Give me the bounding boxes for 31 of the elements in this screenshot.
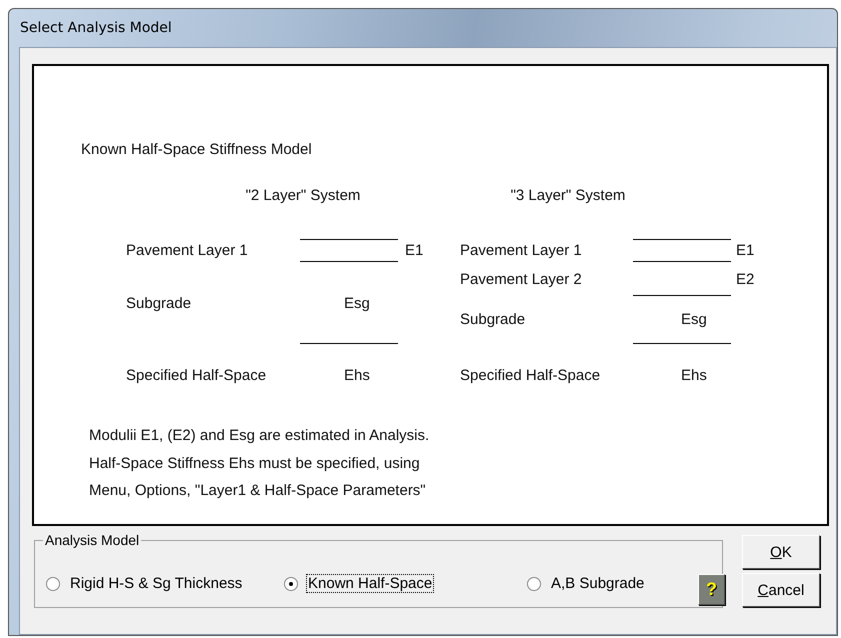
note-text: Modulii E1, (E2) and Esg are estimated in Analysis.: [89, 427, 430, 445]
layer-label: Pavement Layer 1: [126, 242, 248, 260]
ok-button[interactable]: OK: [742, 535, 820, 569]
help-button[interactable]: ?: [698, 574, 725, 605]
layer-label: Specified Half-Space: [126, 367, 266, 385]
modulus-symbol: E2: [736, 271, 754, 289]
system-title: "3 Layer" System: [510, 187, 626, 205]
radio-button[interactable]: [284, 576, 298, 590]
modulus-symbol: Ehs: [344, 367, 370, 385]
modulus-symbol: Esg: [344, 295, 370, 313]
note-text: Menu, Options, "Layer1 & Half-Space Parameters": [89, 482, 426, 500]
modulus-symbol: E1: [405, 242, 424, 260]
layer-label: Specified Half-Space: [460, 367, 600, 385]
layer-label: Pavement Layer 1: [460, 242, 582, 260]
radio-label[interactable]: Rigid H-S & Sg Thickness: [68, 574, 244, 593]
model-heading: Known Half-Space Stiffness Model: [81, 141, 312, 159]
modulus-symbol: E1: [736, 242, 754, 260]
layer-label: Pavement Layer 2: [460, 271, 582, 289]
radio-label[interactable]: A,B Subgrade: [549, 574, 646, 593]
radio-label[interactable]: Known Half-Space: [306, 574, 434, 593]
modulus-symbol: Esg: [681, 311, 707, 329]
layer-label: Subgrade: [460, 311, 526, 329]
modulus-symbol: Ehs: [681, 367, 707, 385]
group-legend: Analysis Model: [43, 532, 142, 548]
note-text: Half-Space Stiffness Ehs must be specified, using: [89, 454, 420, 472]
cancel-button[interactable]: Cancel: [742, 573, 820, 607]
system-title: "2 Layer" System: [244, 187, 362, 205]
window-title: Select Analysis Model: [19, 19, 173, 38]
radio-button[interactable]: [46, 576, 60, 590]
radio-button[interactable]: [527, 576, 541, 590]
layer-label: Subgrade: [126, 295, 192, 313]
